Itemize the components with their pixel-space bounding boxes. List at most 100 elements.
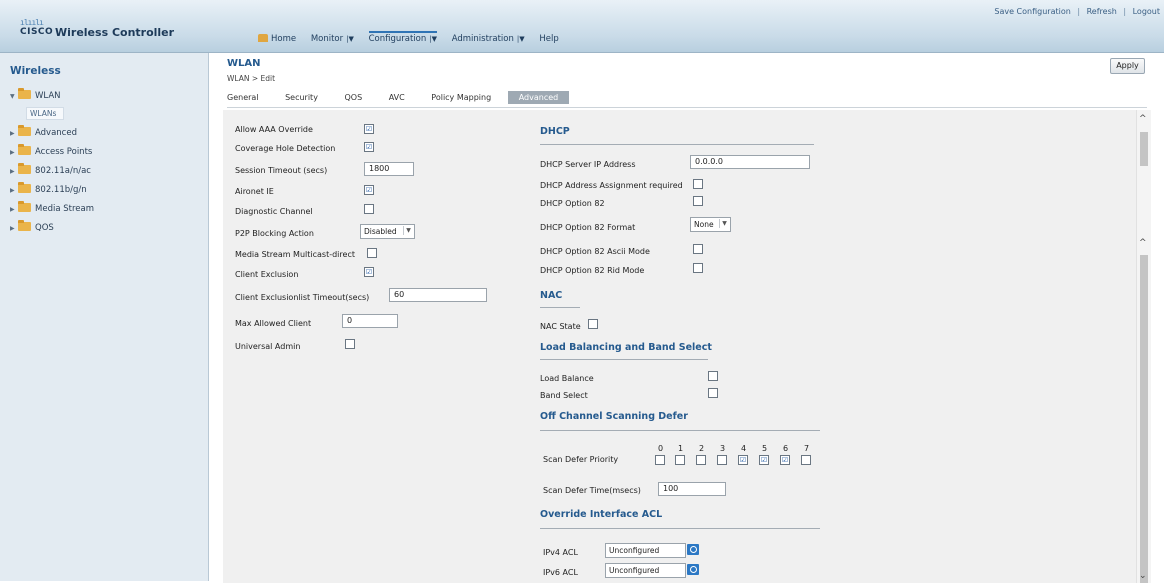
scroll-up-icon[interactable]: ^ — [1139, 114, 1147, 124]
allow-aaa-checkbox[interactable]: ☑ — [364, 124, 374, 134]
priority-3-checkbox[interactable] — [717, 455, 727, 465]
home-icon — [258, 34, 268, 42]
expand-arrow-icon: ▶ — [10, 187, 15, 194]
ocsd-section-title: Off Channel Scanning Defer — [540, 411, 688, 422]
nav-home[interactable]: Home — [258, 34, 296, 44]
nav-configuration[interactable]: Configuration |▼ — [368, 31, 437, 44]
allow-aaa-label: Allow AAA Override — [235, 125, 313, 134]
p2p-select[interactable]: Disabled ▼ — [360, 224, 415, 239]
scan-defer-time-label: Scan Defer Time(msecs) — [543, 486, 641, 495]
dhcp-option82-format-label: DHCP Option 82 Format — [540, 223, 636, 232]
sidebar-item-80211b[interactable]: ▶ 802.11b/g/n — [10, 182, 87, 195]
sidebar-item-advanced[interactable]: ▶ Advanced — [10, 125, 77, 138]
priority-5-checkbox[interactable]: ☑ — [759, 455, 769, 465]
tab-security[interactable]: Security — [285, 93, 318, 102]
band-select-label: Band Select — [540, 391, 588, 400]
dhcp-server-ip-input[interactable]: 0.0.0.0 — [690, 155, 810, 169]
main-nav: Home Monitor |▼ Configuration |▼ Administr… — [258, 31, 571, 45]
folder-icon — [18, 220, 31, 231]
expand-arrow-icon: ▶ — [10, 149, 15, 156]
ipv6-acl-select[interactable]: Unconfigured — [605, 563, 686, 578]
load-balance-label: Load Balance — [540, 374, 594, 383]
cisco-logo-icon: ılıılı — [20, 18, 44, 27]
main-content: WLAN WLAN > Edit Apply General Security … — [209, 53, 1164, 583]
priority-0-checkbox[interactable] — [655, 455, 665, 465]
priority-2-checkbox[interactable] — [696, 455, 706, 465]
ipv4-acl-value: Unconfigured — [609, 546, 660, 555]
p2p-label: P2P Blocking Action — [235, 229, 314, 238]
chevron-down-icon: |▼ — [516, 35, 525, 43]
sidebar-item-80211a[interactable]: ▶ 802.11a/n/ac — [10, 163, 91, 176]
tab-avc[interactable]: AVC — [389, 93, 405, 102]
nav-home-label: Home — [271, 34, 297, 44]
refresh-link[interactable]: Refresh — [1087, 7, 1117, 16]
dhcp-option82-label: DHCP Option 82 — [540, 199, 605, 208]
nac-state-checkbox[interactable] — [588, 319, 598, 329]
search-icon[interactable] — [687, 564, 699, 575]
scroll-down-icon[interactable]: ⌄ — [1139, 571, 1147, 581]
scroll-up-icon[interactable]: ^ — [1139, 238, 1147, 248]
scrollbar-thumb[interactable] — [1140, 255, 1148, 583]
sidebar-item-label: 802.11b/g/n — [35, 185, 87, 195]
sidebar-item-label: QOS — [35, 223, 54, 233]
scan-defer-time-input[interactable]: 100 — [658, 482, 726, 496]
divider — [540, 430, 820, 431]
priority-6-checkbox[interactable]: ☑ — [780, 455, 790, 465]
sidebar-item-media-stream[interactable]: ▶ Media Stream — [10, 201, 94, 214]
sidebar-heading: Wireless — [10, 65, 61, 77]
tab-policy-mapping[interactable]: Policy Mapping — [431, 93, 491, 102]
apply-button[interactable]: Apply — [1110, 58, 1145, 74]
priority-7-checkbox[interactable] — [801, 455, 811, 465]
tab-advanced[interactable]: Advanced — [507, 91, 570, 104]
nav-administration[interactable]: Administration |▼ — [452, 34, 525, 44]
nac-section-title: NAC — [540, 290, 563, 301]
search-icon[interactable] — [687, 544, 699, 555]
max-client-input[interactable]: 0 — [342, 314, 398, 328]
save-configuration-link[interactable]: Save Configuration — [994, 7, 1070, 16]
sidebar-subitem-wlans[interactable]: WLANs — [26, 107, 64, 120]
logout-link[interactable]: Logout — [1133, 7, 1160, 16]
diag-channel-checkbox[interactable] — [364, 204, 374, 214]
nav-help[interactable]: Help — [539, 34, 558, 44]
nav-monitor[interactable]: Monitor |▼ — [311, 34, 354, 44]
exclusion-timeout-input[interactable]: 60 — [389, 288, 487, 302]
session-timeout-input[interactable]: 1800 — [364, 162, 414, 176]
band-select-checkbox[interactable] — [708, 388, 718, 398]
sidebar-item-label: Media Stream — [35, 204, 94, 214]
media-stream-checkbox[interactable] — [367, 248, 377, 258]
dhcp-option82-rid-checkbox[interactable] — [693, 263, 703, 273]
dhcp-option82-format-value: None — [694, 220, 714, 229]
coverage-hole-checkbox[interactable]: ☑ — [364, 142, 374, 152]
tab-qos[interactable]: QOS — [344, 93, 362, 102]
separator: | — [1123, 7, 1127, 16]
folder-icon — [18, 163, 31, 174]
aironet-checkbox[interactable]: ☑ — [364, 185, 374, 195]
dhcp-option82-format-select[interactable]: None ▼ — [690, 217, 731, 232]
priority-4-checkbox[interactable]: ☑ — [738, 455, 748, 465]
universal-admin-checkbox[interactable] — [345, 339, 355, 349]
ipv4-acl-select[interactable]: Unconfigured — [605, 543, 686, 558]
chevron-down-icon: |▼ — [429, 35, 437, 43]
dhcp-server-ip-label: DHCP Server IP Address — [540, 160, 636, 169]
priority-1-checkbox[interactable] — [675, 455, 685, 465]
separator: | — [1077, 7, 1081, 16]
divider — [540, 307, 580, 308]
sidebar-item-qos[interactable]: ▶ QOS — [10, 220, 54, 233]
top-header: ılıılı CISCO Wireless Controller Save Co… — [0, 0, 1164, 53]
dhcp-option82-checkbox[interactable] — [693, 196, 703, 206]
folder-icon — [18, 88, 31, 99]
scrollbar-thumb[interactable] — [1140, 132, 1148, 166]
sidebar-item-wlan[interactable]: ▼ WLAN — [10, 88, 61, 101]
sidebar-item-access-points[interactable]: ▶ Access Points — [10, 144, 92, 157]
divider — [540, 528, 820, 529]
dhcp-assignment-checkbox[interactable] — [693, 179, 703, 189]
tab-general[interactable]: General — [227, 93, 259, 102]
vertical-scrollbar[interactable]: ^ ^ ⌄ — [1136, 110, 1151, 583]
dhcp-option82-ascii-checkbox[interactable] — [693, 244, 703, 254]
load-balance-checkbox[interactable] — [708, 371, 718, 381]
nav-administration-label: Administration — [451, 34, 514, 44]
dhcp-option82-ascii-label: DHCP Option 82 Ascii Mode — [540, 247, 650, 256]
ipv6-acl-label: IPv6 ACL — [543, 568, 578, 577]
client-exclusion-checkbox[interactable]: ☑ — [364, 267, 374, 277]
priority-digit: 7 — [804, 444, 810, 453]
